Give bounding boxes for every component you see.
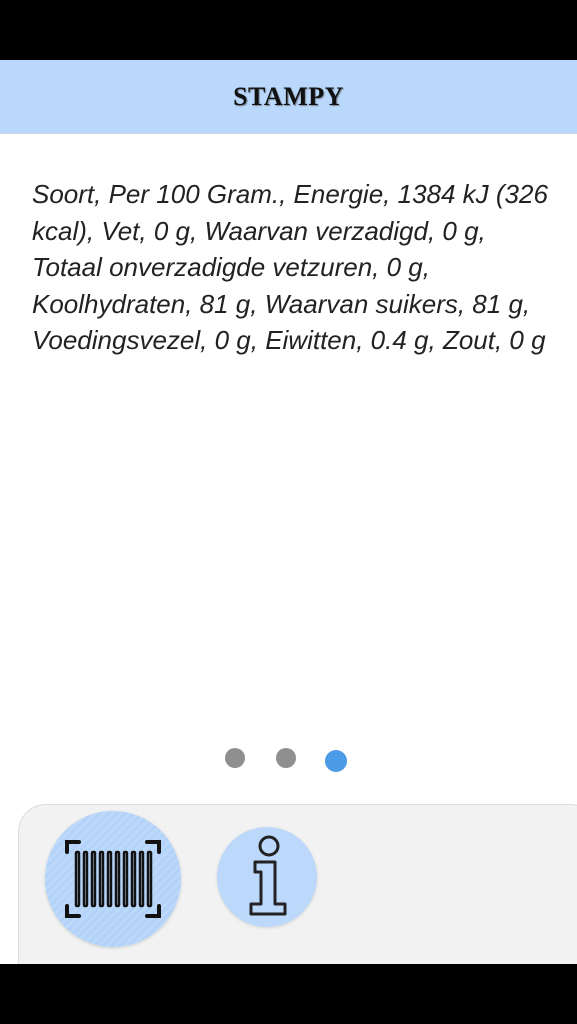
- page-dot-3-active[interactable]: [325, 750, 347, 772]
- page-dot-2[interactable]: [276, 748, 296, 768]
- status-bar: [0, 0, 577, 60]
- page-dot-1[interactable]: [225, 748, 245, 768]
- bottom-bar: [0, 964, 577, 1024]
- info-button[interactable]: [217, 827, 317, 927]
- scan-barcode-button[interactable]: [45, 811, 181, 947]
- app-header: STAMPY: [0, 60, 577, 134]
- main-content: Soort, Per 100 Gram., Energie, 1384 kJ (…: [0, 134, 577, 984]
- page-indicator: [0, 740, 577, 772]
- bottom-toolbar: [18, 804, 577, 984]
- info-icon: [249, 835, 287, 916]
- nutrition-text: Soort, Per 100 Gram., Energie, 1384 kJ (…: [32, 179, 548, 355]
- barcode-scan-icon: [65, 840, 161, 918]
- app-title: STAMPY: [233, 81, 344, 111]
